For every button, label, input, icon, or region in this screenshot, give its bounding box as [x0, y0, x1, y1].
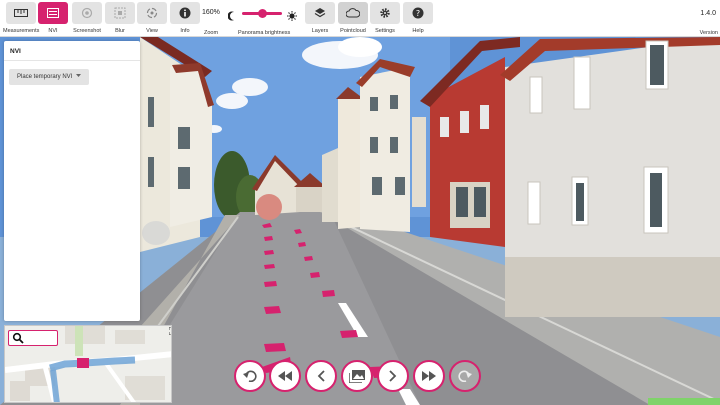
back-button[interactable] [305, 360, 337, 392]
tool-nvi[interactable]: NVI [38, 2, 68, 34]
help-icon[interactable]: ? [403, 2, 433, 24]
sun-icon [287, 8, 297, 26]
tool-label: Layers [311, 28, 329, 34]
tool-label: Help [412, 28, 424, 34]
zoom-value: 160% [202, 9, 220, 16]
status-indicator-bar [648, 398, 720, 405]
chevron-left-icon [317, 370, 325, 382]
tool-help[interactable]: ? Help [403, 2, 433, 34]
tool-layers[interactable]: Layers [305, 2, 335, 34]
top-toolbar: Measurements NVI Screenshot Blur View In… [0, 0, 720, 37]
tool-view[interactable]: View [137, 2, 167, 34]
fast-back-icon [278, 371, 292, 381]
screenshot-icon[interactable] [72, 2, 102, 24]
layers-icon[interactable] [305, 2, 335, 24]
nvi-panel-title: NVI [4, 41, 140, 61]
redo-icon [458, 370, 472, 382]
tool-blur[interactable]: Blur [105, 2, 135, 34]
tool-label: Info [180, 28, 190, 34]
moon-icon [227, 8, 237, 26]
blur-icon[interactable] [105, 2, 135, 24]
view-icon[interactable] [137, 2, 167, 24]
fast-back-button[interactable] [269, 360, 301, 392]
minimap[interactable] [4, 325, 172, 403]
chevron-right-icon [389, 370, 397, 382]
tool-pointcloud[interactable]: Pointcloud [338, 2, 368, 34]
place-temporary-nvi-button[interactable]: Place temporary NVI [9, 69, 90, 85]
tool-label: Pointcloud [340, 28, 366, 34]
brightness-slider-handle[interactable] [258, 9, 267, 18]
version-value: 1.4.0 [700, 10, 716, 17]
gallery-button[interactable] [341, 360, 373, 392]
info-icon[interactable] [170, 2, 200, 24]
tool-label: Screenshot [73, 28, 101, 34]
search-icon [12, 332, 24, 344]
nvi-panel: NVI Place temporary NVI [4, 41, 140, 321]
place-temporary-nvi-label: Place temporary NVI [17, 74, 73, 80]
gear-icon[interactable] [370, 2, 400, 24]
tool-label: NVI [48, 28, 58, 34]
ruler-icon[interactable] [6, 2, 37, 24]
tool-screenshot[interactable]: Screenshot [72, 2, 102, 34]
undo-button[interactable] [234, 360, 266, 392]
panorama-brightness-label: Panorama brightness [238, 30, 291, 36]
redo-button[interactable] [449, 360, 481, 392]
forward-button[interactable] [377, 360, 409, 392]
tool-label: View [146, 28, 158, 34]
zoom-label: Zoom [204, 30, 219, 36]
map-search-input[interactable] [8, 330, 58, 346]
nvi-list-icon[interactable] [38, 2, 68, 24]
caret-down-icon [76, 74, 82, 80]
tool-label: Settings [375, 28, 395, 34]
tool-label: Blur [115, 28, 125, 34]
tool-info[interactable]: Info [170, 2, 200, 34]
fast-forward-icon [422, 371, 436, 381]
undo-icon [243, 370, 257, 382]
cloud-icon[interactable] [338, 2, 368, 24]
brightness-slider[interactable] [242, 9, 282, 18]
tool-settings[interactable]: Settings [370, 2, 400, 34]
svg-text:?: ? [416, 9, 420, 18]
image-gallery-icon [349, 369, 365, 383]
tool-label: Measurements [3, 28, 40, 34]
fast-forward-button[interactable] [413, 360, 445, 392]
version-label: Version [699, 30, 718, 36]
tool-measurements[interactable]: Measurements [3, 2, 39, 34]
